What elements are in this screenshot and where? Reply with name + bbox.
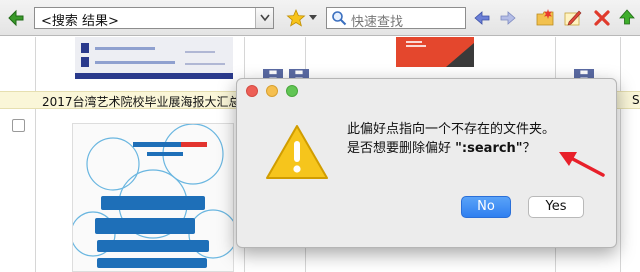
result-caption[interactable]: 2017台湾艺术院校毕业展海报大汇总（2 xyxy=(42,93,260,110)
star-icon[interactable] xyxy=(286,8,306,28)
previous-arrow-icon[interactable] xyxy=(472,8,492,28)
minimize-window-button[interactable] xyxy=(266,85,278,97)
quick-search-field[interactable]: 快速查找 xyxy=(326,7,466,30)
location-combo[interactable]: <搜索 结果> xyxy=(34,7,274,29)
delete-preference-dialog: 此偏好点指向一个不存在的文件夹。 是否想要删除偏好 ":search"？ No … xyxy=(236,78,617,248)
warning-icon xyxy=(266,125,328,179)
dialog-message-suffix: ？ xyxy=(522,141,536,156)
chevron-down-icon xyxy=(260,14,270,22)
new-folder-icon[interactable] xyxy=(535,8,555,28)
zoom-window-button[interactable] xyxy=(286,85,298,97)
quick-search-placeholder: 快速查找 xyxy=(351,15,404,30)
screenshot: <搜索 结果> 快速查找 ■■ ■■ ■■ 2017台湾艺术院校毕业展海报大汇总… xyxy=(0,0,640,272)
toolbar: <搜索 结果> 快速查找 xyxy=(0,0,640,36)
poster-thumbnail[interactable] xyxy=(396,37,474,67)
next-arrow-icon[interactable] xyxy=(498,8,518,28)
dialog-message: 此偏好点指向一个不存在的文件夹。 是否想要删除偏好 ":search"？ xyxy=(347,120,555,158)
item-checkbox[interactable] xyxy=(12,119,25,132)
no-button[interactable]: No xyxy=(461,196,511,218)
annotation-arrow-icon xyxy=(559,152,605,177)
dialog-message-line1: 此偏好点指向一个不存在的文件夹。 xyxy=(347,122,556,137)
location-dropdown-button[interactable] xyxy=(255,8,273,28)
yes-button[interactable]: Yes xyxy=(528,196,584,218)
dialog-message-prefix: 是否想要删除偏好 xyxy=(347,141,456,156)
close-window-button[interactable] xyxy=(246,85,258,97)
delete-icon[interactable] xyxy=(592,8,612,28)
star-dropdown-icon[interactable] xyxy=(309,15,317,21)
preference-name: ":search" xyxy=(455,141,523,156)
column-divider xyxy=(620,37,621,272)
search-icon xyxy=(332,11,347,26)
poster-thumbnail-labact[interactable] xyxy=(72,123,234,272)
result-caption-clipped[interactable]: Sh xyxy=(632,93,640,107)
location-combo-value: <搜索 结果> xyxy=(41,14,119,29)
column-divider xyxy=(35,37,36,272)
edit-icon[interactable] xyxy=(563,8,583,28)
poster-thumbnail[interactable] xyxy=(75,37,233,79)
dialog-message-line2: 是否想要删除偏好 ":search"？ xyxy=(347,139,555,158)
up-arrow-icon[interactable] xyxy=(617,8,637,28)
back-green-icon[interactable] xyxy=(6,8,26,28)
